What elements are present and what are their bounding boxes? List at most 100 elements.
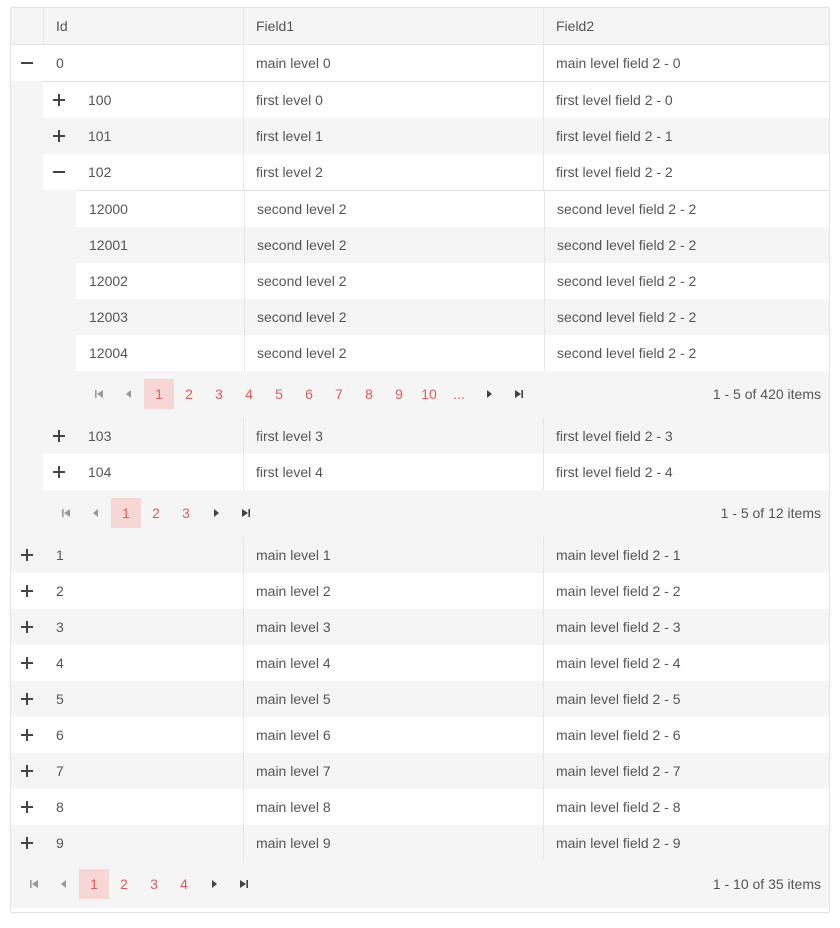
cell-field1: first level 0 [256,92,323,108]
collapse-toggle[interactable] [11,45,43,81]
plus-icon[interactable] [21,765,33,777]
prev-page-icon [59,876,69,892]
cell-field2: main level field 2 - 3 [556,619,681,635]
next-page-icon [484,386,494,402]
plus-icon[interactable] [53,130,65,142]
next-page-icon [211,505,221,521]
last-page-button[interactable] [231,498,261,528]
plus-icon[interactable] [53,430,65,442]
first-level-row: 104 first level 4 first level field 2 - 4 [43,454,829,490]
page-button[interactable]: 8 [354,379,384,409]
minus-icon[interactable] [53,166,65,178]
page-button[interactable]: 10 [414,379,444,409]
expand-toggle[interactable] [43,418,75,454]
first-page-icon [61,505,71,521]
prev-page-button[interactable] [114,379,144,409]
plus-icon[interactable] [21,693,33,705]
expand-toggle[interactable] [11,717,43,753]
expand-toggle[interactable] [11,609,43,645]
plus-icon[interactable] [21,801,33,813]
next-page-button[interactable] [199,869,229,899]
expand-toggle[interactable] [43,118,75,154]
page-button[interactable]: 5 [264,379,294,409]
hierarchical-grid: Id Field1 Field2 0 main level 0 main level… [10,7,830,913]
cell-field1: main level 5 [256,691,331,707]
page-button[interactable]: 7 [324,379,354,409]
expand-toggle[interactable] [11,537,43,573]
second-level-row: 12004 second level 2 second level field 2 … [76,335,829,371]
prev-page-button[interactable] [81,498,111,528]
page-button[interactable]: 1 [79,869,109,899]
second-level-row: 12000 second level 2 second level field 2 … [76,191,829,227]
collapse-toggle[interactable] [43,154,75,190]
column-header-field2[interactable]: Field2 [556,8,594,44]
expand-toggle[interactable] [11,789,43,825]
main-row: 5 main level 5 main level field 2 - 5 [11,681,829,717]
cell-field2: second level field 2 - 2 [557,273,697,289]
page-button[interactable]: 6 [294,379,324,409]
last-page-button[interactable] [504,379,534,409]
page-button[interactable]: 2 [174,379,204,409]
cell-id: 12004 [89,345,128,361]
first-level-row: 100 first level 0 first level field 2 - 0 [43,82,829,118]
page-button[interactable]: 3 [171,498,201,528]
page-button[interactable]: 9 [384,379,414,409]
plus-icon[interactable] [21,657,33,669]
page-button[interactable]: 4 [169,869,199,899]
expand-toggle[interactable] [43,454,75,490]
column-header-field1[interactable]: Field1 [256,8,294,44]
first-page-button[interactable] [84,379,114,409]
expand-toggle[interactable] [11,753,43,789]
plus-icon[interactable] [53,94,65,106]
page-button[interactable]: 1 [111,498,141,528]
plus-icon[interactable] [21,549,33,561]
prev-page-icon [91,505,101,521]
main-row: 0 main level 0 main level field 2 - 0 [11,45,829,81]
grid-header: Id Field1 Field2 [11,8,829,45]
cell-field2: first level field 2 - 4 [556,464,673,480]
main-row: 6 main level 6 main level field 2 - 6 [11,717,829,753]
main-row: 2 main level 2 main level field 2 - 2 [11,573,829,609]
page-button[interactable]: 3 [139,869,169,899]
second-level-row: 12002 second level 2 second level field 2 … [76,263,829,299]
expand-toggle[interactable] [11,573,43,609]
cell-field1: second level 2 [257,201,347,217]
page-button[interactable]: 3 [204,379,234,409]
cell-id: 12003 [89,309,128,325]
page-button[interactable]: 2 [109,869,139,899]
cell-id: 100 [88,92,112,108]
detail-indent [11,81,43,537]
minus-icon[interactable] [21,57,33,69]
main-row: 1 main level 1 main level field 2 - 1 [11,537,829,573]
cell-id: 2 [56,583,64,599]
plus-icon[interactable] [21,621,33,633]
cell-field2: first level field 2 - 3 [556,428,673,444]
next-page-button[interactable] [201,498,231,528]
page-button[interactable]: 2 [141,498,171,528]
plus-icon[interactable] [53,466,65,478]
page-button[interactable]: 4 [234,379,264,409]
next-page-button[interactable] [474,379,504,409]
expand-toggle[interactable] [11,645,43,681]
main-row: 4 main level 4 main level field 2 - 4 [11,645,829,681]
plus-icon[interactable] [21,585,33,597]
column-header-id[interactable]: Id [56,8,68,44]
plus-icon[interactable] [21,729,33,741]
prev-page-button[interactable] [49,869,79,899]
expand-toggle[interactable] [11,825,43,861]
first-page-button[interactable] [19,869,49,899]
second-level-row: 12003 second level 2 second level field 2 … [76,299,829,335]
cell-field1: second level 2 [257,237,347,253]
last-page-button[interactable] [229,869,259,899]
page-button[interactable]: ... [444,379,474,409]
expand-toggle[interactable] [11,681,43,717]
cell-id: 8 [56,799,64,815]
cell-field2: main level field 2 - 4 [556,655,681,671]
cell-field1: first level 1 [256,128,323,144]
expand-toggle[interactable] [43,82,75,118]
cell-field1: second level 2 [257,345,347,361]
cell-id: 104 [88,464,112,480]
first-page-button[interactable] [51,498,81,528]
plus-icon[interactable] [21,837,33,849]
page-button[interactable]: 1 [144,379,174,409]
